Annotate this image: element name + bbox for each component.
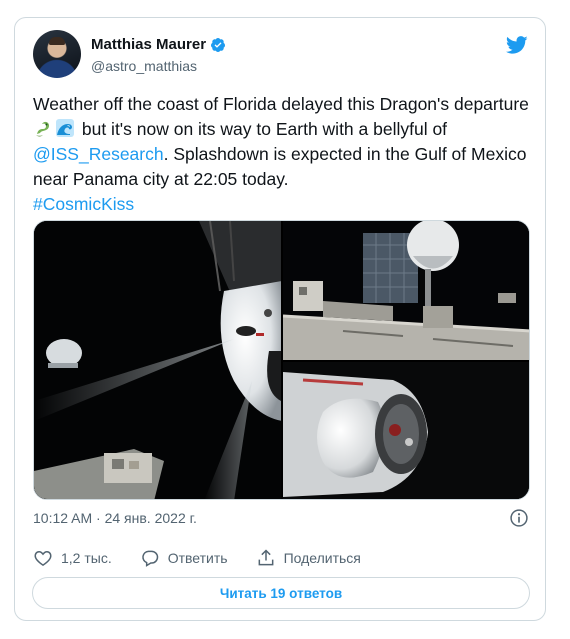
share-icon bbox=[258, 549, 273, 566]
verified-badge-icon bbox=[211, 37, 226, 52]
tweet-text-part1: Weather off the coast of Florida delayed… bbox=[33, 94, 529, 114]
media-grid bbox=[33, 220, 530, 500]
photo-dragon-nose[interactable] bbox=[283, 362, 529, 499]
info-icon[interactable] bbox=[509, 508, 529, 528]
mention-link[interactable]: @ISS_Research bbox=[33, 144, 164, 164]
avatar[interactable] bbox=[33, 30, 81, 78]
photo-dragon-nose-image bbox=[283, 362, 529, 499]
avatar-hair bbox=[49, 37, 65, 45]
heart-icon bbox=[34, 550, 52, 566]
photo-dragon-departure-image bbox=[34, 221, 281, 499]
dragon-emoji-icon bbox=[36, 121, 50, 137]
reply-label: Ответить bbox=[167, 550, 228, 566]
author-name-row: Matthias Maurer bbox=[91, 36, 226, 53]
water-wave-emoji-icon bbox=[56, 119, 74, 137]
author-handle[interactable]: @astro_matthias bbox=[91, 58, 197, 74]
share-button[interactable]: Поделиться bbox=[256, 548, 361, 568]
read-replies-button[interactable]: Читать 19 ответов bbox=[32, 577, 530, 609]
timestamp[interactable]: 10:12 AM · 24 янв. 2022 г. bbox=[33, 510, 197, 526]
tweet-text-part2: but it's now on its way to Earth with a … bbox=[77, 119, 448, 139]
reply-button[interactable]: Ответить bbox=[140, 548, 228, 568]
tweet-actions: 1,2 тыс. Ответить Поделиться bbox=[33, 546, 389, 570]
like-button[interactable]: 1,2 тыс. bbox=[33, 548, 112, 568]
tweet-header: Matthias Maurer @astro_matthias bbox=[33, 30, 529, 80]
tweet-card: Matthias Maurer @astro_matthias Weather … bbox=[14, 17, 546, 621]
tweet-text: Weather off the coast of Florida delayed… bbox=[33, 92, 533, 217]
like-count: 1,2 тыс. bbox=[61, 550, 112, 566]
photo-iss-dish-image bbox=[283, 221, 529, 360]
share-label: Поделиться bbox=[283, 550, 361, 566]
hashtag-link[interactable]: #CosmicKiss bbox=[33, 194, 134, 214]
photo-iss-dish[interactable] bbox=[283, 221, 529, 360]
reply-icon bbox=[141, 550, 158, 567]
author-name[interactable]: Matthias Maurer bbox=[91, 36, 206, 53]
photo-dragon-departure[interactable] bbox=[34, 221, 281, 499]
twitter-bird-icon[interactable] bbox=[505, 34, 529, 56]
